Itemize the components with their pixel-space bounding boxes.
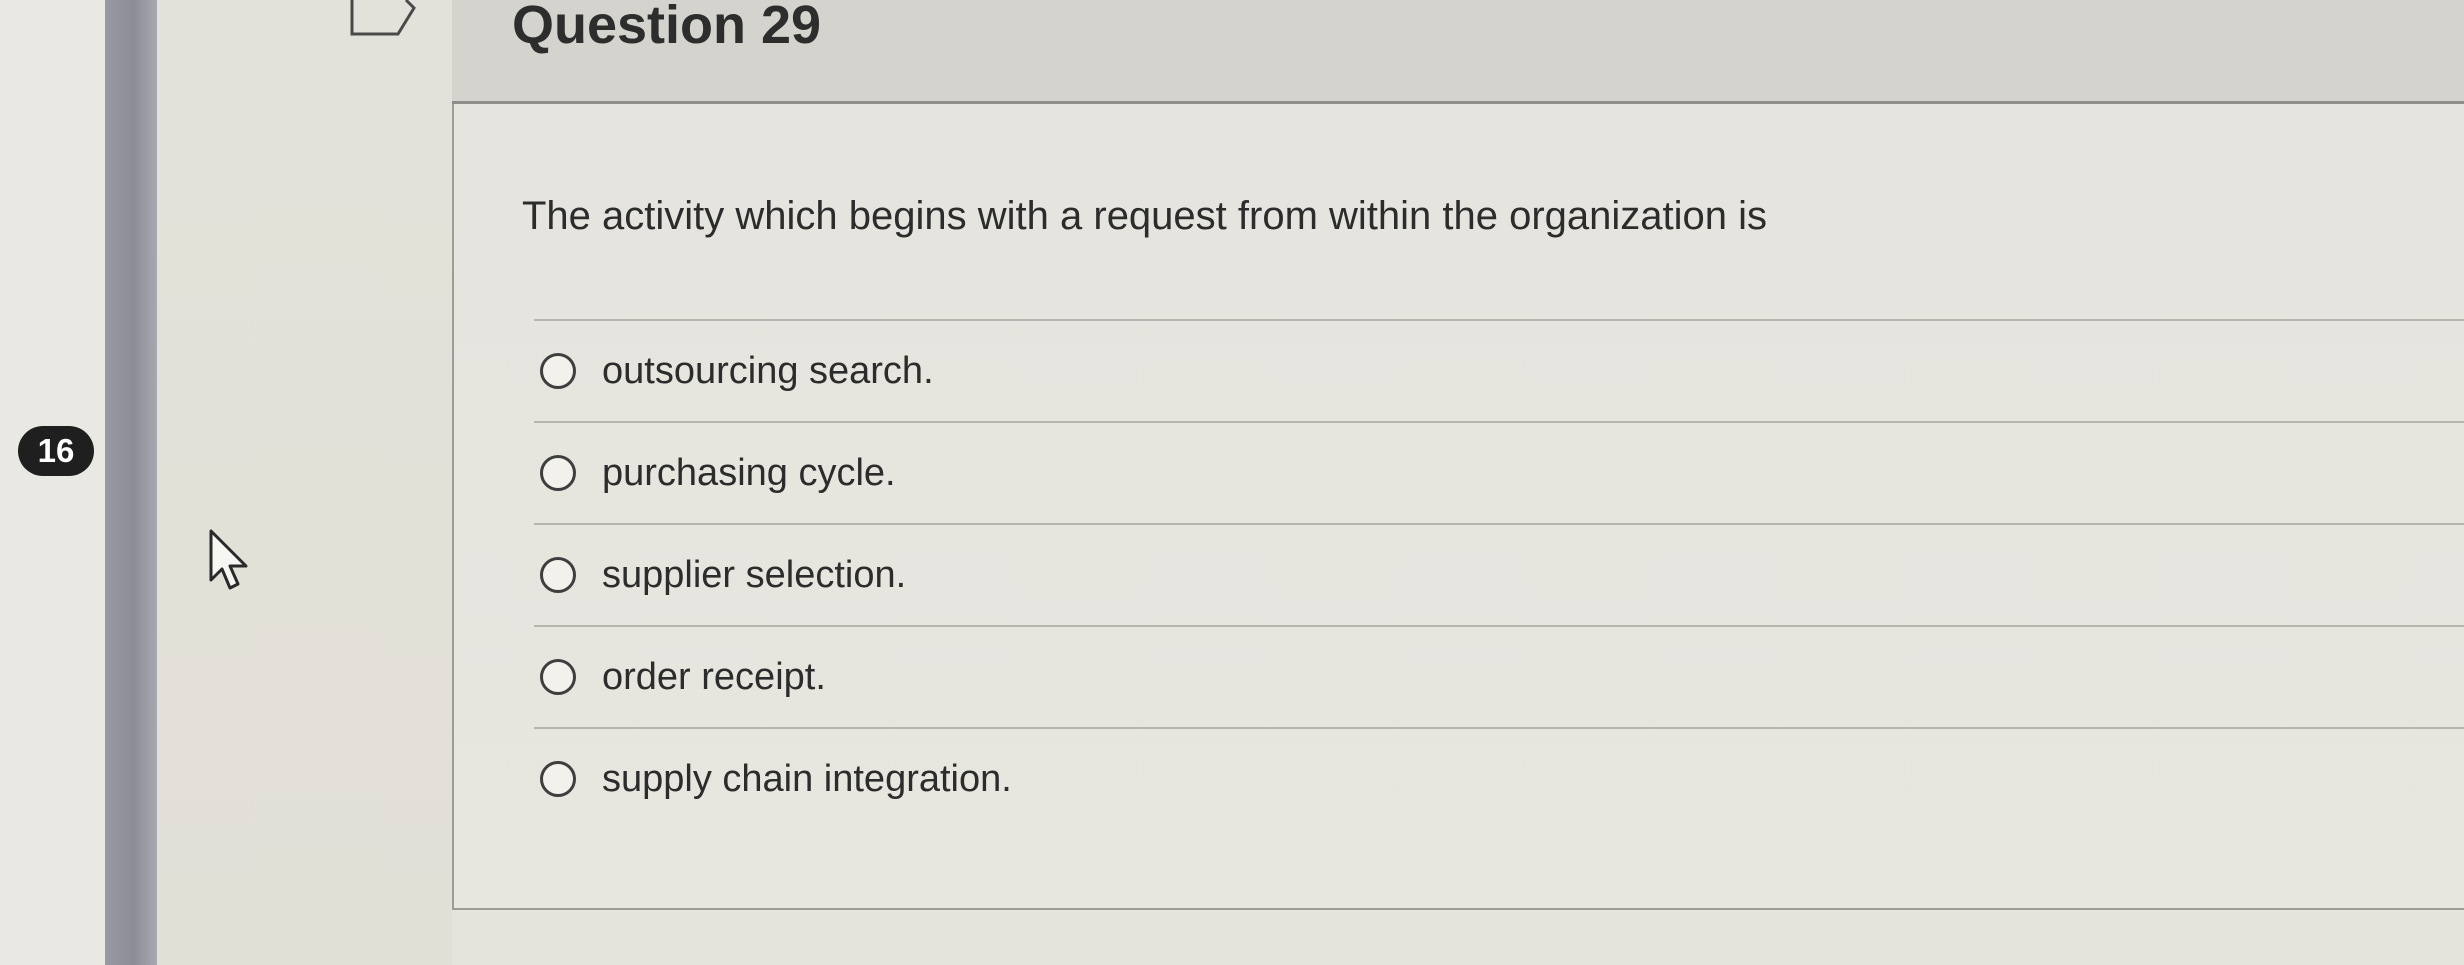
question-title: Question 29	[512, 0, 822, 55]
answer-label[interactable]: supplier selection.	[602, 554, 906, 597]
page-number-badge: 16	[18, 426, 94, 476]
answer-label[interactable]: purchasing cycle.	[602, 452, 896, 495]
answers-list: outsourcing search. purchasing cycle. su…	[534, 319, 2464, 829]
answer-label[interactable]: supply chain integration.	[602, 758, 1012, 801]
answer-option[interactable]: order receipt.	[534, 627, 2464, 729]
answer-option[interactable]: purchasing cycle.	[534, 423, 2464, 525]
left-rail	[0, 0, 105, 965]
radio-unselected-icon[interactable]	[540, 659, 576, 695]
question-gutter	[157, 0, 452, 965]
flag-outline-icon[interactable]	[350, 0, 416, 38]
mouse-pointer-icon	[209, 529, 248, 590]
radio-unselected-icon[interactable]	[540, 557, 576, 593]
answer-label[interactable]: outsourcing search.	[602, 350, 934, 393]
radio-unselected-icon[interactable]	[540, 353, 576, 389]
answer-label[interactable]: order receipt.	[602, 656, 826, 699]
rail-stripe	[105, 0, 157, 965]
radio-unselected-icon[interactable]	[540, 455, 576, 491]
question-card: The activity which begins with a request…	[452, 104, 2464, 910]
question-header: Question 29	[452, 0, 2464, 104]
radio-unselected-icon[interactable]	[540, 761, 576, 797]
answer-option[interactable]: supply chain integration.	[534, 729, 2464, 829]
question-text: The activity which begins with a request…	[522, 194, 1768, 238]
answer-option[interactable]: outsourcing search.	[534, 321, 2464, 423]
answer-option[interactable]: supplier selection.	[534, 525, 2464, 627]
